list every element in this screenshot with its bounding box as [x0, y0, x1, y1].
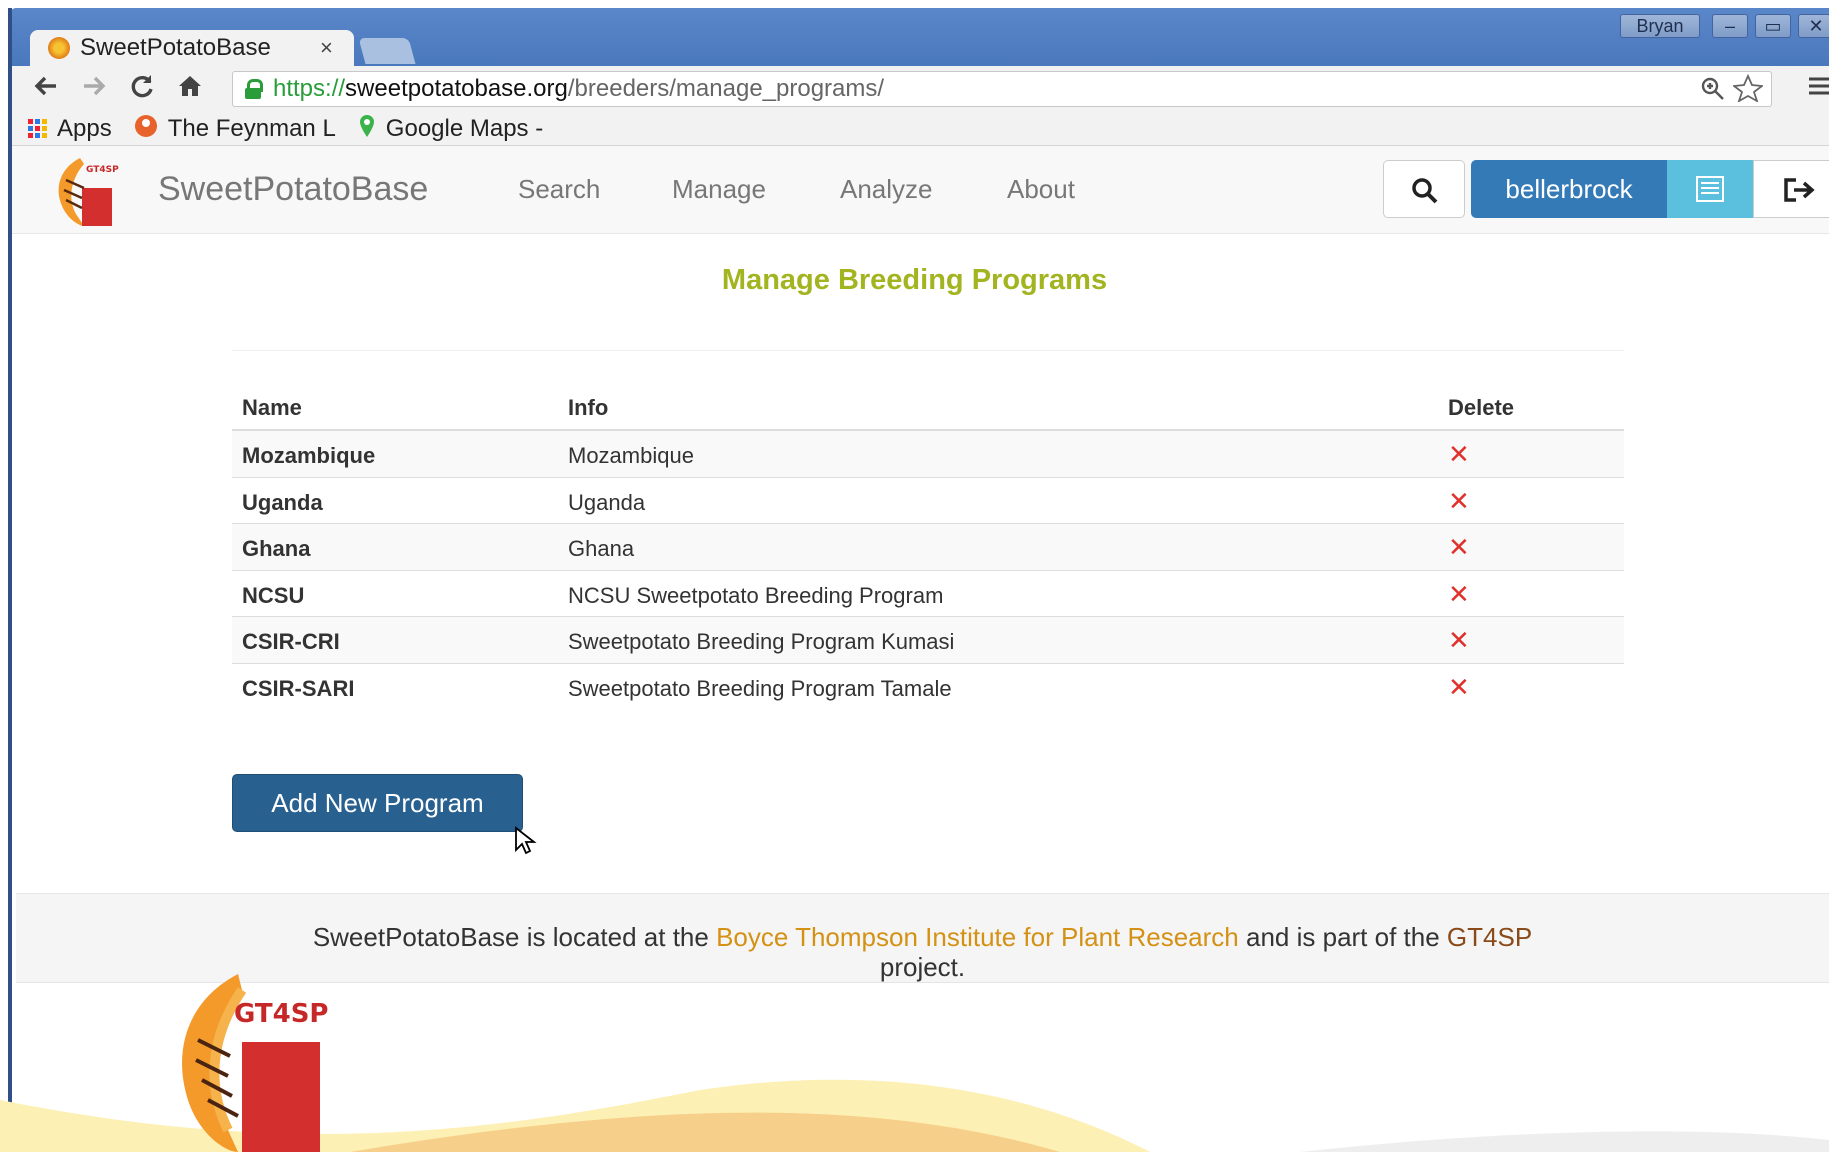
- browser-toolbar: https:// sweetpotatobase.org /breeders/m…: [12, 66, 1829, 114]
- new-tab-button[interactable]: [358, 38, 416, 64]
- delete-icon[interactable]: ✕: [1448, 625, 1470, 656]
- program-info: Uganda: [568, 489, 646, 515]
- omnibox-actions: [1700, 73, 1765, 109]
- bookmark-label: Google Maps -: [385, 114, 544, 142]
- svg-text:GT4SP: GT4SP: [234, 999, 329, 1029]
- gt4sp-logo[interactable]: GT4SP: [50, 154, 120, 228]
- program-info: Ghana: [568, 536, 635, 561]
- bookmarks-bar: Apps The Feynman L Google Maps -: [12, 112, 1829, 146]
- nav-manage[interactable]: Manage: [672, 174, 766, 205]
- divider: [232, 350, 1624, 351]
- zoom-icon[interactable]: [1700, 77, 1733, 108]
- program-name: CSIR-SARI: [242, 675, 355, 701]
- feynman-icon: [134, 114, 158, 144]
- bookmark-label: The Feynman L: [167, 114, 336, 142]
- favicon-icon: [48, 37, 70, 59]
- table-row: NCSU NCSU Sweetpotato Breeding Program ✕: [232, 571, 1624, 617]
- delete-icon[interactable]: ✕: [1448, 486, 1470, 517]
- program-name: NCSU: [242, 582, 305, 608]
- header-name: Name: [242, 395, 302, 420]
- back-icon[interactable]: [26, 72, 66, 109]
- program-name: Mozambique: [242, 443, 376, 468]
- tab-title: SweetPotatoBase: [80, 34, 271, 61]
- search-icon: [1412, 178, 1438, 204]
- nav-search[interactable]: Search: [518, 174, 600, 205]
- program-name: Uganda: [242, 489, 323, 515]
- add-new-program-button[interactable]: Add New Program: [232, 774, 523, 832]
- delete-icon[interactable]: ✕: [1448, 672, 1470, 703]
- header-info: Info: [568, 395, 609, 420]
- delete-icon[interactable]: ✕: [1448, 579, 1470, 610]
- url-scheme: https://: [273, 75, 346, 102]
- bookmark-feynman[interactable]: The Feynman L: [134, 114, 336, 144]
- home-icon[interactable]: [170, 72, 210, 109]
- nav-analyze[interactable]: Analyze: [840, 174, 933, 205]
- bookmark-apps[interactable]: Apps: [28, 115, 112, 143]
- maps-pin-icon: [358, 114, 376, 144]
- gt4sp-footer-logo: GT4SP: [182, 974, 329, 1152]
- site-brand[interactable]: SweetPotatoBase: [158, 170, 428, 209]
- table-row: CSIR-CRI Sweetpotato Breeding Program Ku…: [232, 617, 1624, 664]
- minimize-button[interactable]: –: [1712, 14, 1748, 38]
- lock-icon: [245, 79, 263, 99]
- table-row: Uganda Uganda ✕: [232, 478, 1624, 524]
- table-row: Ghana Ghana ✕: [232, 524, 1624, 571]
- bti-link[interactable]: Boyce Thompson Institute for Plant Resea…: [716, 922, 1239, 952]
- header-delete: Delete: [1448, 395, 1515, 420]
- gt4sp-link[interactable]: GT4SP: [1447, 922, 1532, 952]
- site-navbar: GT4SP SweetPotatoBase Search Manage Anal…: [12, 146, 1829, 234]
- apps-grid-icon: [28, 119, 47, 138]
- logout-icon: [1784, 178, 1815, 202]
- search-button[interactable]: [1383, 160, 1465, 218]
- svg-text:GT4SP: GT4SP: [86, 165, 119, 175]
- list-icon: [1696, 176, 1724, 202]
- program-info: Mozambique: [568, 443, 694, 468]
- tab-close-icon[interactable]: ×: [320, 35, 333, 61]
- table-header: Name Info Delete: [232, 383, 1624, 431]
- page-title: Manage Breeding Programs: [721, 264, 1108, 296]
- user-button[interactable]: bellerbrock: [1471, 160, 1667, 218]
- delete-icon[interactable]: ✕: [1448, 532, 1470, 563]
- bookmark-google-maps[interactable]: Google Maps -: [358, 114, 543, 144]
- program-name: Ghana: [242, 536, 311, 561]
- programs-table: Name Info Delete Mozambique Mozambique ✕…: [232, 383, 1624, 710]
- forward-icon[interactable]: [74, 72, 114, 109]
- list-button[interactable]: [1667, 160, 1753, 218]
- close-window-button[interactable]: ✕: [1798, 14, 1829, 38]
- profile-button[interactable]: Bryan: [1620, 14, 1700, 38]
- logout-button[interactable]: [1753, 160, 1829, 218]
- footer-text-3: project.: [879, 952, 966, 982]
- delete-icon[interactable]: ✕: [1448, 439, 1470, 470]
- address-bar[interactable]: https:// sweetpotatobase.org /breeders/m…: [232, 71, 1772, 107]
- maximize-button[interactable]: ▭: [1755, 14, 1791, 38]
- footer-text-1: SweetPotatoBase is located at the: [312, 922, 709, 952]
- footer-text-2: and is part of the: [1246, 922, 1440, 952]
- browser-window: Bryan – ▭ ✕ SweetPotatoBase × https:// s…: [0, 0, 1829, 1152]
- bookmark-label: Apps: [57, 114, 112, 142]
- program-info: Sweetpotato Breeding Program Kumasi: [568, 629, 955, 654]
- browser-tab[interactable]: SweetPotatoBase ×: [30, 30, 354, 66]
- chrome-menu-icon[interactable]: [1807, 72, 1829, 108]
- url-host: sweetpotatobase.org: [345, 75, 568, 102]
- bookmark-star-icon[interactable]: [1731, 73, 1765, 108]
- program-info: NCSU Sweetpotato Breeding Program: [568, 582, 944, 608]
- table-row: CSIR-SARI Sweetpotato Breeding Program T…: [232, 664, 1624, 711]
- nav-about[interactable]: About: [1007, 174, 1075, 205]
- table-row: Mozambique Mozambique ✕: [232, 431, 1624, 478]
- reload-icon[interactable]: [122, 72, 162, 109]
- url-path: /breeders/manage_programs/: [567, 75, 885, 102]
- program-info: Sweetpotato Breeding Program Tamale: [568, 675, 952, 701]
- mouse-cursor-icon: [515, 826, 537, 855]
- program-name: CSIR-CRI: [242, 629, 340, 654]
